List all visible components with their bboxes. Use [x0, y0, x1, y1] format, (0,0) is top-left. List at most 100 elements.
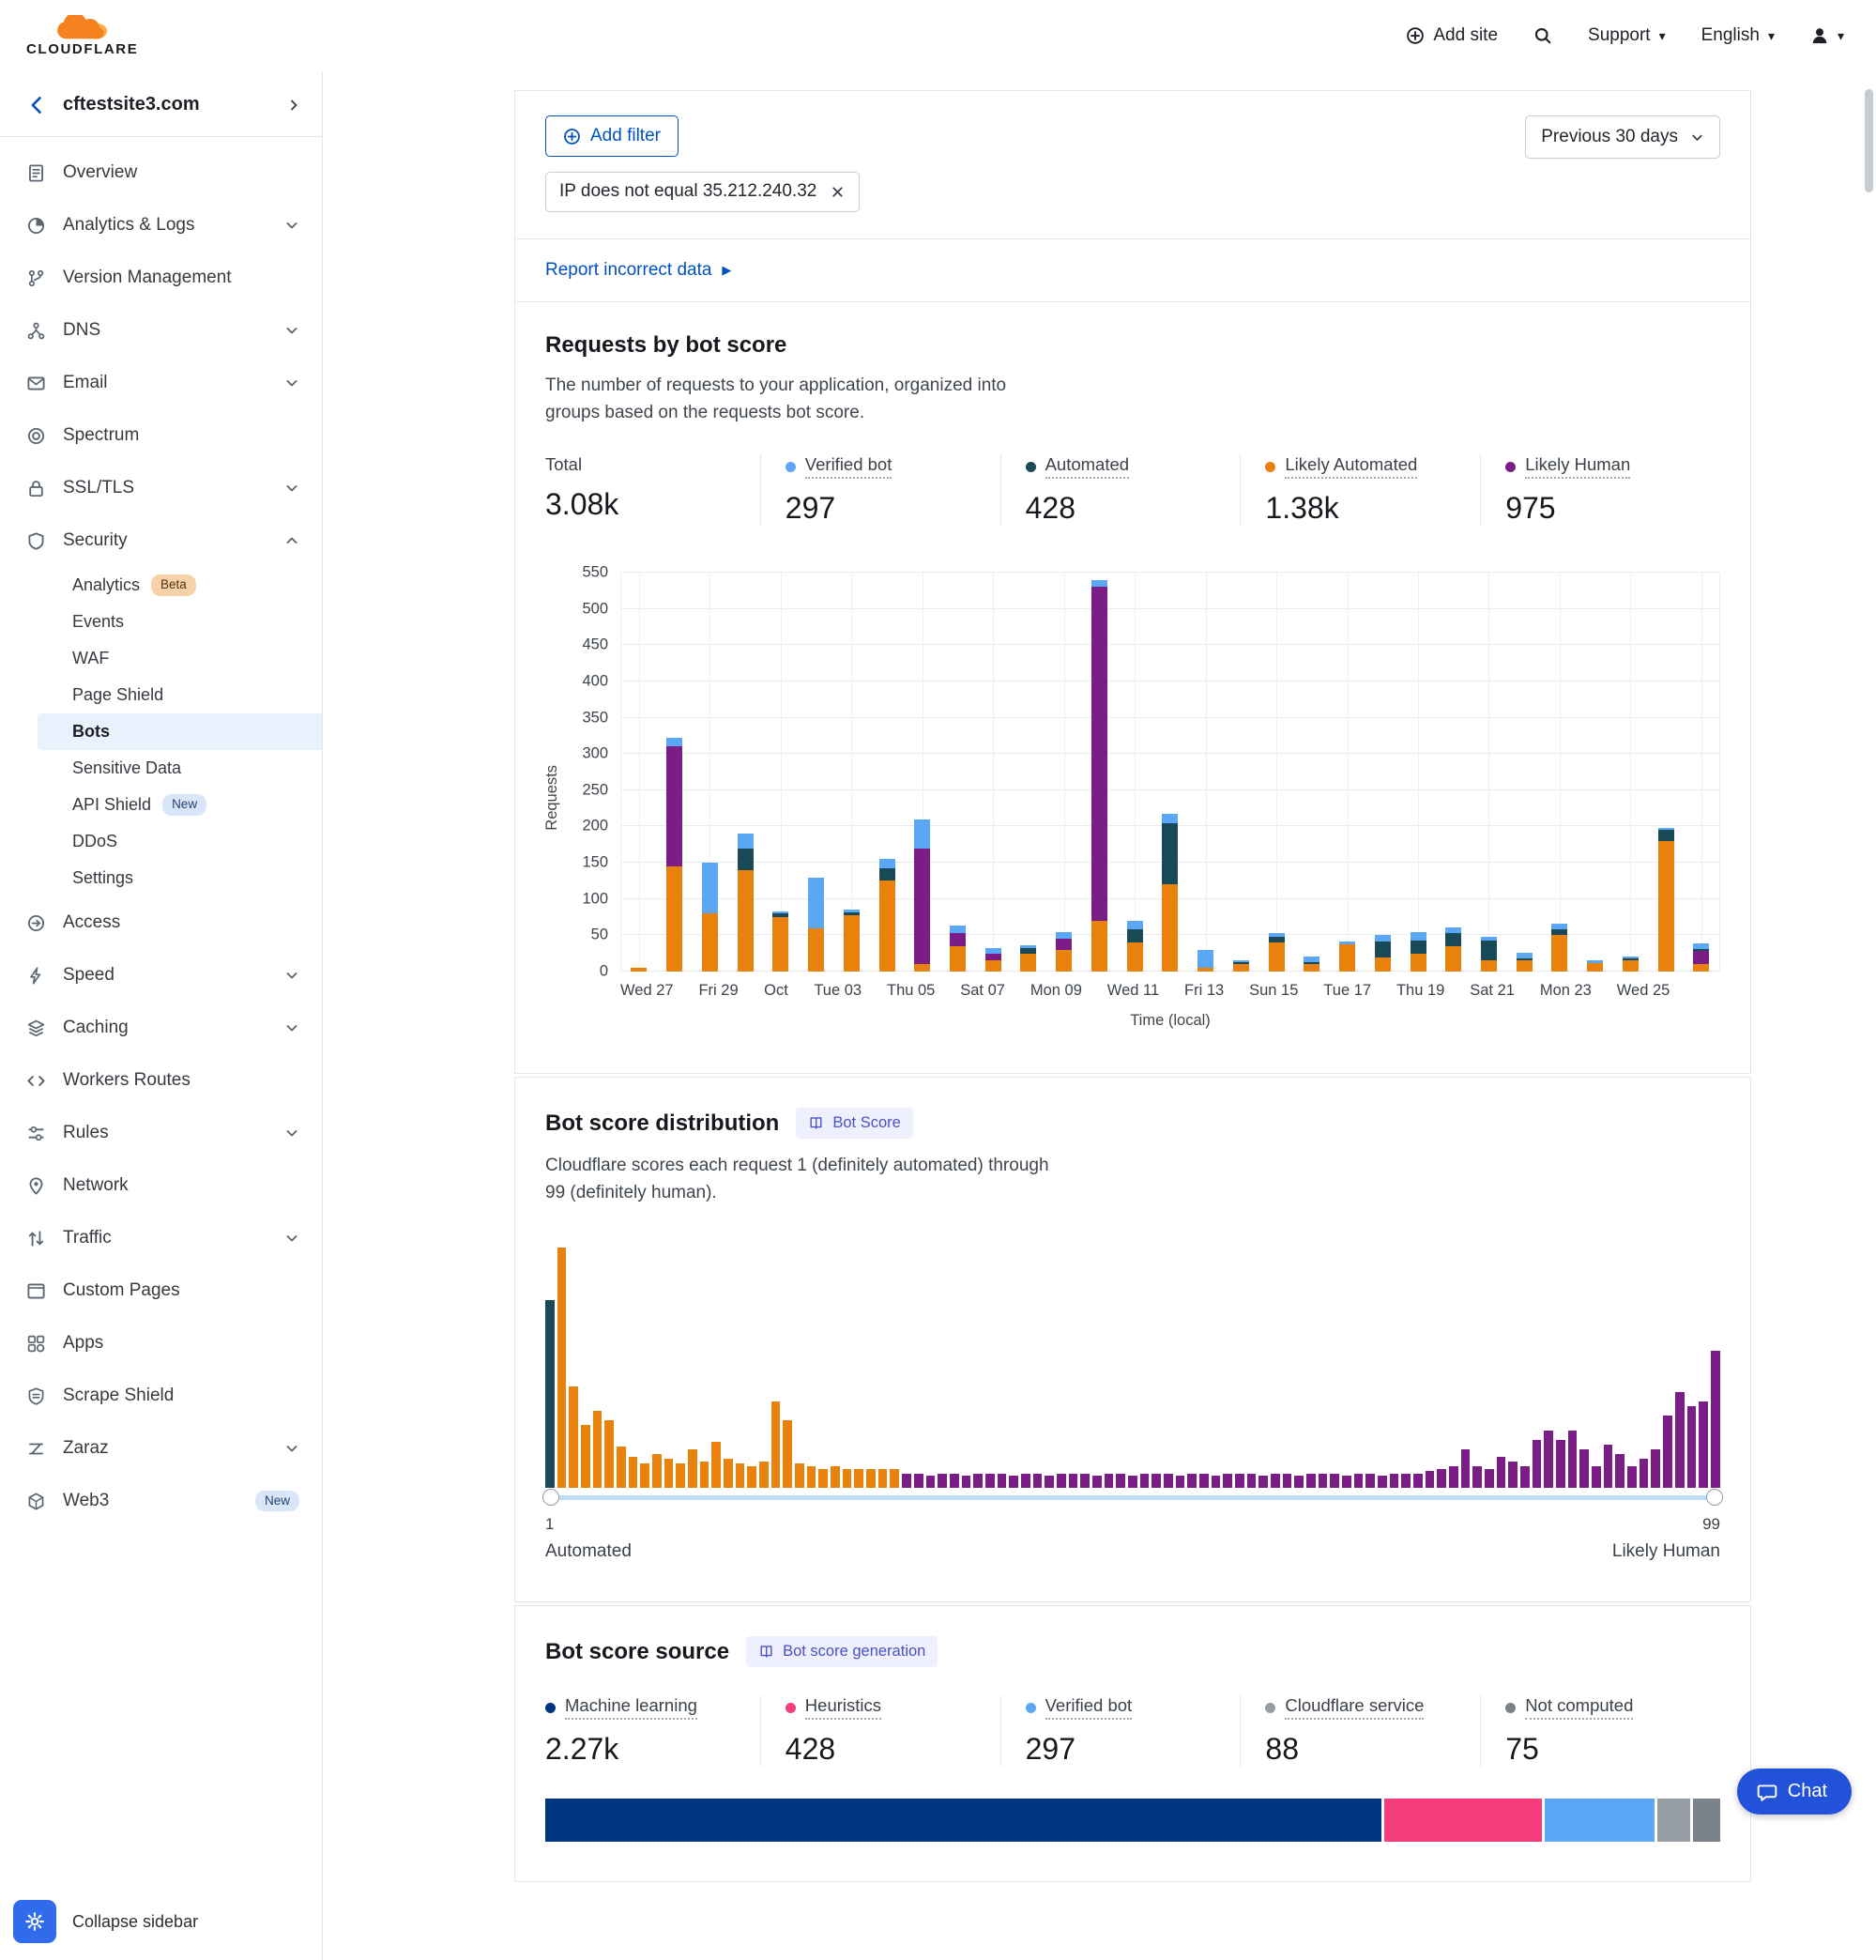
- sidebar-item-security[interactable]: Security: [0, 514, 322, 567]
- apps-icon: [26, 1334, 46, 1354]
- y-tick-label: 450: [582, 636, 608, 654]
- likely-automated-segment: [985, 960, 1001, 972]
- sidebar-item-rules[interactable]: Rules: [0, 1107, 322, 1159]
- sidebar-item-workers-routes[interactable]: Workers Routes: [0, 1054, 322, 1107]
- code-icon: [26, 1071, 46, 1091]
- score-bar-91: [1615, 1454, 1624, 1488]
- slider-max-value: 99: [1702, 1515, 1720, 1534]
- sidebar-item-zaraz[interactable]: Zaraz: [0, 1422, 322, 1475]
- language-menu[interactable]: English ▾: [1701, 25, 1775, 46]
- score-bar-89: [1592, 1466, 1601, 1488]
- subitem-label: WAF: [72, 649, 109, 668]
- slider-handle-max[interactable]: [1706, 1489, 1723, 1506]
- x-tick-label: Wed 27: [620, 982, 674, 1004]
- account-menu[interactable]: ▾: [1810, 26, 1844, 45]
- sidebar-subitem-settings[interactable]: Settings: [38, 860, 322, 896]
- score-bar-37: [973, 1474, 983, 1488]
- sidebar-item-access[interactable]: Access: [0, 896, 322, 949]
- likely-automated-segment: [1375, 957, 1391, 972]
- sidebar-item-speed[interactable]: Speed: [0, 949, 322, 1002]
- settings-gear-button[interactable]: [13, 1900, 56, 1943]
- sidebar-subitem-analytics[interactable]: AnalyticsBeta: [38, 567, 322, 604]
- slider-handle-min[interactable]: [542, 1489, 559, 1506]
- score-bar-9: [640, 1463, 649, 1488]
- subitem-label: Settings: [72, 868, 133, 888]
- report-incorrect-data-link[interactable]: Report incorrect data ▶: [515, 238, 1750, 301]
- stacked-bar-sun-15: [1269, 573, 1285, 972]
- add-site-button[interactable]: Add site: [1406, 25, 1498, 46]
- cloudflare-logo[interactable]: CLOUDFLARE: [26, 15, 138, 57]
- score-bar-16: [724, 1459, 733, 1488]
- score-bar-76: [1437, 1469, 1446, 1488]
- sidebar-subitem-bots[interactable]: Bots: [38, 713, 322, 750]
- score-bar-84: [1533, 1440, 1542, 1488]
- sidebar-subitem-page-shield[interactable]: Page Shield: [38, 677, 322, 713]
- back-arrow-icon[interactable]: [26, 95, 47, 115]
- chevron-right-icon[interactable]: [286, 98, 301, 113]
- sidebar-item-network[interactable]: Network: [0, 1159, 322, 1212]
- score-bar-95: [1663, 1416, 1672, 1488]
- score-bar-1: [545, 1300, 555, 1488]
- sidebar-item-spectrum[interactable]: Spectrum: [0, 409, 322, 462]
- bot-score-generation-badge[interactable]: Bot score generation: [746, 1636, 938, 1667]
- sidebar-item-apps[interactable]: Apps: [0, 1317, 322, 1370]
- source-title: Bot score source: [545, 1639, 729, 1665]
- chat-button[interactable]: Chat: [1737, 1769, 1852, 1815]
- likely-automated-segment: [1517, 960, 1533, 972]
- likely-automated-segment: [1197, 968, 1213, 972]
- score-range-slider[interactable]: [545, 1489, 1720, 1506]
- requests-stats-row: Total3.08kVerified bot297Automated428Lik…: [545, 454, 1720, 526]
- sidebar-item-scrape-shield[interactable]: Scrape Shield: [0, 1370, 322, 1422]
- sidebar-nav: OverviewAnalytics & LogsVersion Manageme…: [0, 137, 322, 1885]
- likely-automated-segment: [1658, 841, 1674, 972]
- collapse-sidebar[interactable]: Collapse sidebar: [0, 1885, 322, 1960]
- score-bar-4: [581, 1425, 590, 1488]
- sidebar-subitem-sensitive-data[interactable]: Sensitive Data: [38, 750, 322, 787]
- sidebar-subitem-waf[interactable]: WAF: [38, 640, 322, 677]
- date-range-select[interactable]: Previous 30 days: [1525, 115, 1720, 159]
- sidebar-item-caching[interactable]: Caching: [0, 1002, 322, 1054]
- bot-score-badge[interactable]: Bot Score: [796, 1108, 912, 1139]
- score-bar-28: [866, 1469, 876, 1488]
- sidebar-subitem-api-shield[interactable]: API ShieldNew: [38, 787, 322, 823]
- sidebar-item-traffic[interactable]: Traffic: [0, 1212, 322, 1264]
- likely-automated-segment: [738, 870, 754, 972]
- sidebar-subitem-ddos[interactable]: DDoS: [38, 823, 322, 860]
- sidebar-item-custom-pages[interactable]: Custom Pages: [0, 1264, 322, 1317]
- mail-icon: [26, 374, 46, 393]
- score-bar-63: [1283, 1474, 1292, 1488]
- sidebar-item-dns[interactable]: DNS: [0, 304, 322, 357]
- add-filter-button[interactable]: Add filter: [545, 115, 679, 157]
- y-tick-label: 50: [591, 926, 608, 944]
- brand-name: CLOUDFLARE: [26, 41, 138, 57]
- sidebar-item-ssl-tls[interactable]: SSL/TLS: [0, 462, 322, 514]
- stat-not-computed: Not computed75: [1480, 1695, 1720, 1767]
- sidebar-item-version-management[interactable]: Version Management: [0, 252, 322, 304]
- search-icon[interactable]: [1533, 26, 1552, 45]
- scrollbar-thumb[interactable]: [1865, 89, 1873, 192]
- stat-label: Verified bot: [805, 454, 892, 479]
- subitem-label: API Shield: [72, 795, 151, 815]
- window-icon: [26, 1281, 46, 1301]
- site-header: cftestsite3.com: [0, 71, 322, 137]
- score-bar-78: [1461, 1449, 1471, 1488]
- sidebar-subitem-events[interactable]: Events: [38, 604, 322, 640]
- sidebar-item-email[interactable]: Email: [0, 357, 322, 409]
- verified-bot-segment: [1091, 580, 1107, 588]
- chevron-down-icon: ▾: [1659, 28, 1666, 44]
- chevron-down-icon: [284, 1125, 299, 1141]
- stacked-bar-thu-28: [666, 573, 682, 972]
- score-bar-40: [1009, 1476, 1018, 1488]
- score-bar-55: [1187, 1474, 1197, 1488]
- verified-bot-legend-dot: [785, 462, 796, 472]
- sidebar-item-analytics-logs[interactable]: Analytics & Logs: [0, 199, 322, 252]
- score-bar-83: [1520, 1466, 1530, 1488]
- remove-filter-icon[interactable]: [830, 184, 846, 200]
- score-bar-48: [1105, 1474, 1114, 1488]
- sidebar-item-overview[interactable]: Overview: [0, 146, 322, 199]
- main-content: Add filter Previous 30 days IP does not …: [323, 71, 1876, 1960]
- dns-icon: [26, 321, 46, 341]
- support-menu[interactable]: Support ▾: [1588, 25, 1666, 46]
- sidebar-item-web3[interactable]: Web3New: [0, 1475, 322, 1527]
- cloudflare-cloud-icon: [55, 15, 110, 40]
